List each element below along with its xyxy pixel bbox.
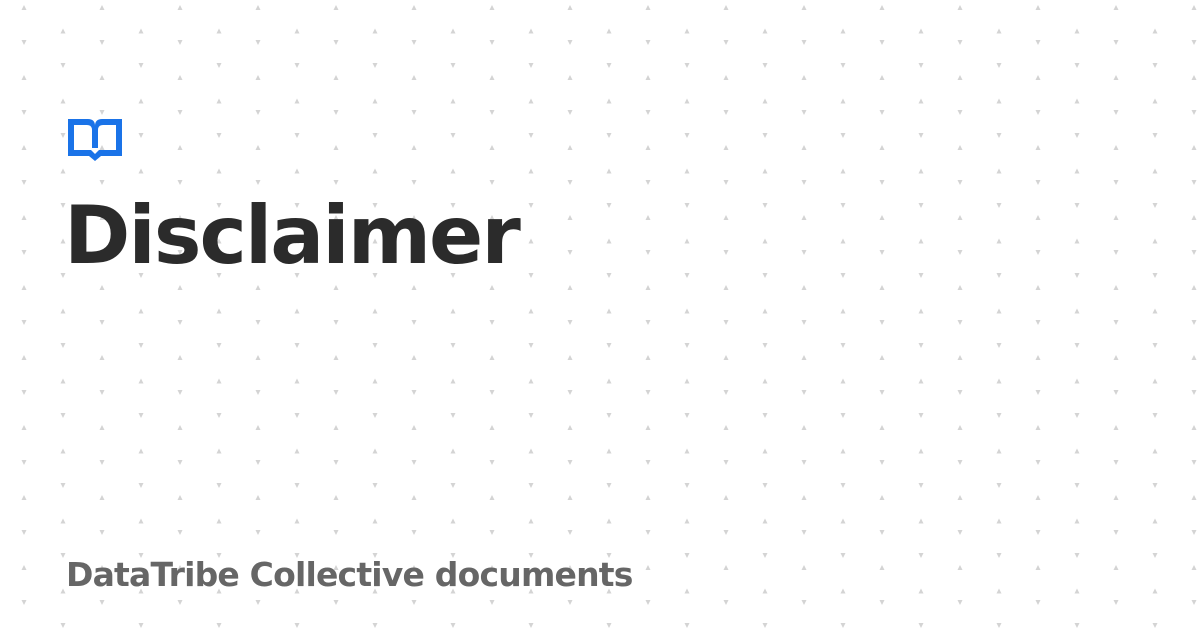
site-name: DataTribe Collective documents [66,555,633,594]
background-dot-pattern [0,0,1200,630]
open-book-icon [68,119,122,161]
page-title: Disclaimer [64,189,521,282]
